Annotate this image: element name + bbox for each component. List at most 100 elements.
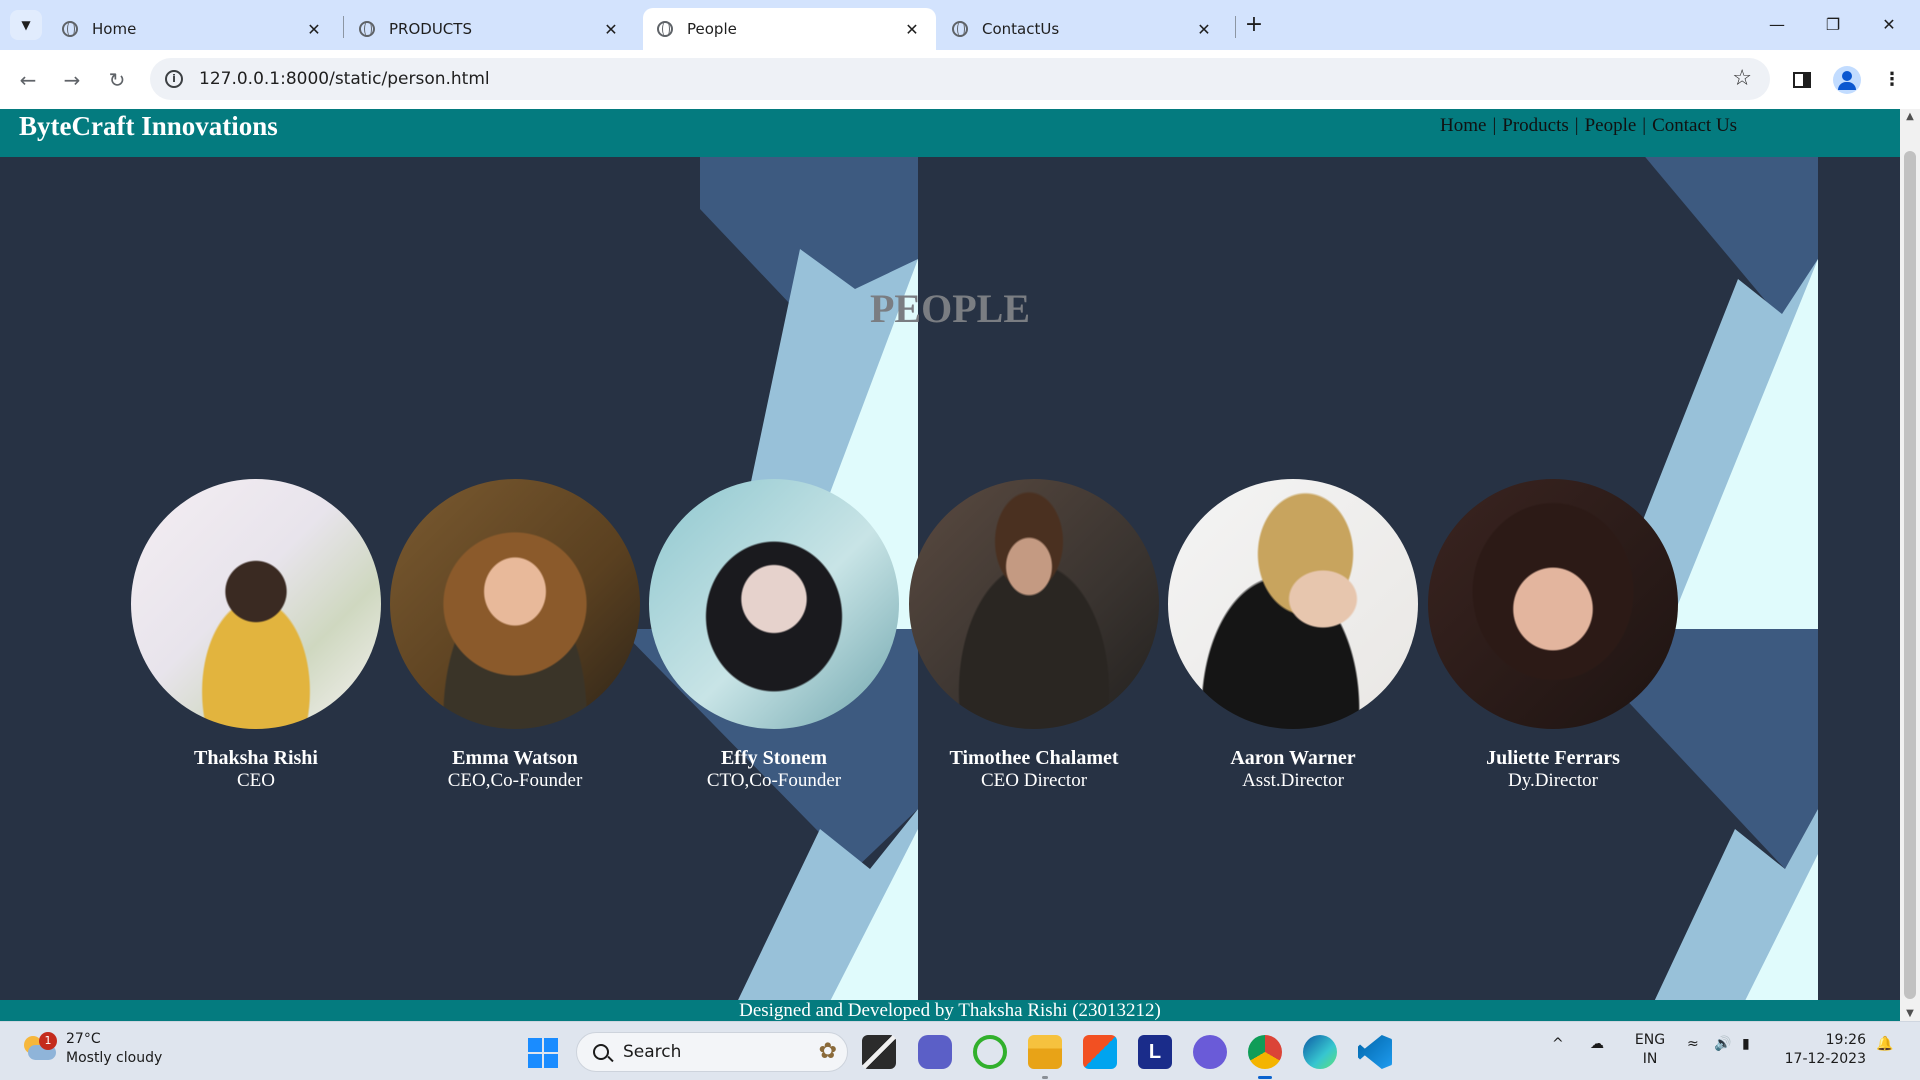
person-avatar [1428, 479, 1678, 729]
restore-button[interactable]: ❐ [1810, 10, 1856, 40]
close-icon[interactable]: ✕ [902, 20, 922, 39]
tab-products[interactable]: PRODUCTS ✕ [345, 8, 635, 50]
search-highlight-icon: ✿ [818, 1039, 837, 1064]
site-footer: Designed and Developed by Thaksha Rishi … [0, 1000, 1900, 1021]
person-role: CEO,Co-Founder [447, 770, 583, 791]
globe-icon [359, 21, 375, 37]
tab-separator [1235, 16, 1236, 38]
person-avatar [131, 479, 381, 729]
tab-people[interactable]: People ✕ [643, 8, 936, 50]
person-name: Juliette Ferrars [1486, 747, 1620, 769]
web-page: ByteCraft Innovations Home | Products | … [0, 109, 1900, 1021]
clock-time: 19:26 [1825, 1032, 1866, 1048]
info-icon[interactable]: i [165, 70, 183, 88]
taskbar: 1 27°C Mostly cloudy Search ✿ L ^ ☁ ENG … [0, 1021, 1920, 1080]
url-text[interactable]: 127.0.0.1:8000/static/person.html [199, 69, 490, 89]
l-app-icon[interactable]: L [1138, 1035, 1172, 1069]
close-icon[interactable]: ✕ [1194, 20, 1214, 39]
globe-icon [62, 21, 78, 37]
edge-icon[interactable] [1303, 1035, 1337, 1069]
weather-desc: Mostly cloudy [66, 1050, 163, 1066]
wifi-icon[interactable]: ≈ [1687, 1036, 1699, 1052]
chrome-icon[interactable] [1248, 1035, 1282, 1079]
person-role: Dy.Director [1507, 770, 1599, 791]
browser-toolbar: ← → ↻ i 127.0.0.1:8000/static/person.htm… [0, 50, 1920, 109]
chevron-up-icon[interactable]: ^ [1552, 1036, 1564, 1052]
person-name: Timothee Chalamet [949, 747, 1119, 769]
language-indicator[interactable]: ENG IN [1633, 1031, 1667, 1069]
tab-title: PRODUCTS [389, 20, 472, 38]
battery-icon[interactable]: ▮ [1742, 1036, 1750, 1052]
person-card: Effy Stonem CTO,Co-Founder [644, 479, 904, 792]
person-role: CTO,Co-Founder [706, 770, 842, 791]
task-view-icon[interactable] [862, 1035, 896, 1069]
clock-date: 17-12-2023 [1784, 1051, 1866, 1067]
file-explorer-icon[interactable] [1028, 1035, 1062, 1079]
person-name: Thaksha Rishi [194, 747, 318, 769]
people-list: Thaksha Rishi CEO Emma Watson CEO,Co-Fou… [0, 109, 1900, 1021]
person-role: Asst.Director [1242, 770, 1344, 791]
person-name: Effy Stonem [720, 747, 828, 769]
globe-icon [657, 21, 673, 37]
person-avatar [909, 479, 1159, 729]
person-name: Emma Watson [452, 747, 578, 769]
scroll-thumb[interactable] [1904, 151, 1916, 999]
person-card: Emma Watson CEO,Co-Founder [385, 479, 645, 792]
tab-title: People [687, 20, 737, 38]
person-name: Aaron Warner [1230, 747, 1356, 769]
back-button[interactable]: ← [12, 64, 44, 96]
vscode-icon[interactable] [1358, 1035, 1392, 1069]
close-window-button[interactable]: ✕ [1866, 10, 1912, 40]
tab-search-button[interactable]: ▼ [10, 10, 42, 40]
scroll-down-arrow[interactable]: ▼ [1900, 1008, 1920, 1019]
weather-widget[interactable]: 1 27°C Mostly cloudy [22, 1030, 162, 1068]
weather-cloudy-icon: 1 [22, 1032, 57, 1062]
windows-start-icon[interactable] [528, 1038, 558, 1068]
page-scrollbar[interactable]: ▲ ▼ [1900, 109, 1920, 1021]
microsoft-store-icon[interactable] [1083, 1035, 1117, 1069]
lang-top: ENG [1634, 1032, 1666, 1048]
profile-icon [1833, 66, 1861, 94]
cloud-offline-icon[interactable]: ☁ [1590, 1036, 1604, 1052]
refresh-app-icon[interactable] [973, 1035, 1007, 1069]
globe-icon [952, 21, 968, 37]
address-bar[interactable]: i 127.0.0.1:8000/static/person.html ☆ [150, 58, 1770, 100]
teams-chat-icon[interactable] [918, 1035, 952, 1069]
clock[interactable]: 19:26 17-12-2023 [1780, 1031, 1866, 1069]
person-avatar [649, 479, 899, 729]
person-card: Aaron Warner Asst.Director [1163, 479, 1423, 792]
search-label: Search [623, 1042, 682, 1062]
side-panel-icon [1793, 72, 1811, 88]
weather-temp: 27°C [66, 1031, 101, 1047]
bookmark-star-icon[interactable]: ☆ [1732, 66, 1752, 91]
person-card: Timothee Chalamet CEO Director [904, 479, 1164, 792]
close-icon[interactable]: ✕ [601, 20, 621, 39]
menu-button[interactable]: ⋮ [1876, 64, 1908, 96]
person-avatar [390, 479, 640, 729]
tab-contactus[interactable]: ContactUs ✕ [938, 8, 1228, 50]
search-icon [593, 1044, 609, 1060]
scroll-up-arrow[interactable]: ▲ [1900, 111, 1920, 122]
volume-icon[interactable]: 🔊 [1714, 1036, 1731, 1052]
taskbar-search[interactable]: Search ✿ [576, 1032, 848, 1072]
tab-separator [343, 16, 344, 38]
person-avatar [1168, 479, 1418, 729]
lang-bottom: IN [1642, 1051, 1658, 1067]
forward-button[interactable]: → [56, 64, 88, 96]
arc-app-icon[interactable] [1193, 1035, 1227, 1069]
weather-badge: 1 [39, 1032, 57, 1050]
close-icon[interactable]: ✕ [304, 20, 324, 39]
person-role: CEO [237, 770, 275, 791]
person-card: Thaksha Rishi CEO [126, 479, 386, 792]
person-card: Juliette Ferrars Dy.Director [1423, 479, 1683, 792]
notification-bell-icon[interactable]: 🔔 [1876, 1036, 1893, 1052]
tab-home[interactable]: Home ✕ [48, 8, 338, 50]
side-panel-button[interactable] [1786, 64, 1818, 96]
new-tab-button[interactable]: + [1240, 12, 1268, 40]
tab-title: ContactUs [982, 20, 1060, 38]
profile-button[interactable] [1831, 64, 1863, 96]
reload-button[interactable]: ↻ [101, 64, 133, 96]
minimize-button[interactable]: — [1754, 10, 1800, 40]
chevron-down-icon: ▼ [21, 18, 31, 32]
tab-title: Home [92, 20, 137, 38]
